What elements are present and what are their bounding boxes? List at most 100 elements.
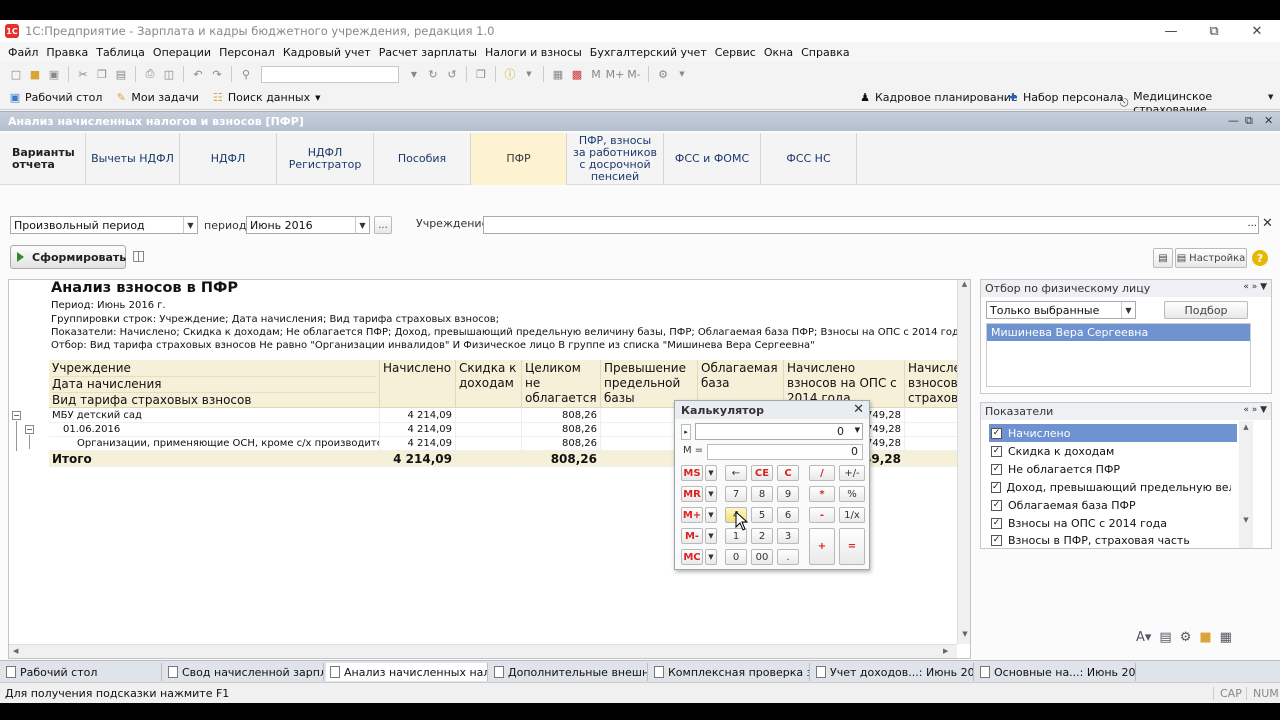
redo-icon[interactable]: ↷: [209, 66, 225, 82]
scroll-up-icon[interactable]: ▲: [1239, 423, 1253, 431]
cut-icon[interactable]: ✂: [75, 66, 91, 82]
hr-planning-button[interactable]: ♟ Кадровое планирование: [858, 90, 1018, 104]
ms-dropdown-icon[interactable]: ▼: [705, 465, 717, 481]
tab-fss-ns[interactable]: ФСС НС: [761, 133, 857, 185]
tab-pfr[interactable]: ПФР: [471, 133, 567, 185]
divide-button[interactable]: /: [809, 465, 835, 481]
memory-icon[interactable]: M: [588, 66, 604, 82]
pick-person-button[interactable]: Подбор: [1164, 301, 1248, 319]
plus-button[interactable]: +: [809, 528, 835, 565]
menu-accounting[interactable]: Бухгалтерский учет: [586, 46, 711, 59]
hiring-button[interactable]: ✚ Набор персонала: [1006, 90, 1123, 104]
digit-8-button[interactable]: 8: [751, 486, 773, 502]
tab-pfr-early-pension[interactable]: ПФР, взносы за работников с досрочной пе…: [567, 133, 664, 185]
checkbox-checked-icon[interactable]: ✓: [991, 427, 1002, 439]
open-folder-icon[interactable]: ■: [27, 66, 43, 82]
clear-entry-button[interactable]: CE: [751, 465, 773, 481]
menu-edit[interactable]: Правка: [42, 46, 92, 59]
scroll-left-icon[interactable]: ◀: [13, 647, 18, 655]
memory-minus-icon[interactable]: M-: [626, 66, 642, 82]
menu-file[interactable]: Файл: [4, 46, 42, 59]
checkbox-checked-icon[interactable]: ✓: [991, 534, 1002, 546]
collapse-org-icon[interactable]: −: [12, 411, 21, 420]
checkbox-checked-icon[interactable]: ✓: [991, 481, 1001, 493]
organization-input[interactable]: ...: [483, 216, 1259, 234]
scroll-right-icon[interactable]: ▶: [943, 647, 948, 655]
digit-6-button[interactable]: 6: [777, 507, 799, 523]
help-icon[interactable]: ?: [1252, 250, 1268, 266]
open-folder-icon[interactable]: ■: [1199, 630, 1211, 645]
task-tax-analysis[interactable]: Анализ начисленных налог...: [326, 663, 488, 681]
search-dropdown-icon[interactable]: ▼: [406, 66, 422, 82]
memory-clear-button[interactable]: MC: [681, 549, 703, 565]
minimize-button[interactable]: —: [1150, 20, 1192, 42]
tab-fss-foms[interactable]: ФСС и ФОМС: [664, 133, 761, 185]
indicator-item-insurance-part[interactable]: ✓ Взносы в ПФР, страховая часть: [991, 532, 1190, 548]
indicator-item-over-limit[interactable]: ✓ Доход, превышающий предельную величину…: [991, 478, 1231, 496]
scroll-down-icon[interactable]: ▼: [958, 630, 970, 638]
memory-store-button[interactable]: MS: [681, 465, 703, 481]
period-type-select[interactable]: Произвольный период ▼: [10, 216, 198, 234]
task-income-accounting[interactable]: Учет доходов...: Июнь 2016 г.: [812, 663, 974, 681]
find-next-icon[interactable]: ↻: [425, 66, 441, 82]
new-document-icon[interactable]: □: [8, 66, 24, 82]
decimal-point-button[interactable]: .: [777, 549, 799, 565]
report-layout-icon[interactable]: ▤: [1153, 248, 1173, 268]
memory-subtract-button[interactable]: M-: [681, 528, 703, 544]
digit-5-button[interactable]: 5: [751, 507, 773, 523]
tab-report-variants[interactable]: Варианты отчета: [0, 133, 86, 185]
digit-0-button[interactable]: 0: [725, 549, 747, 565]
toolbar-search-input[interactable]: [261, 65, 399, 83]
task-desktop[interactable]: Рабочий стол: [2, 663, 162, 681]
memory-add-button[interactable]: M+: [681, 507, 703, 523]
menu-help[interactable]: Справка: [797, 46, 853, 59]
restore-button[interactable]: ⧉: [1193, 20, 1235, 42]
percent-button[interactable]: %: [839, 486, 865, 502]
checkbox-checked-icon[interactable]: ✓: [991, 499, 1002, 511]
windows-icon[interactable]: ❐: [473, 66, 489, 82]
tools-dropdown-icon[interactable]: ▼: [674, 66, 690, 82]
mr-dropdown-icon[interactable]: ▼: [705, 486, 717, 502]
nav-more-icon[interactable]: ▼: [1268, 93, 1273, 101]
indicator-item-ops-2014[interactable]: ✓ Взносы на ОПС с 2014 года: [991, 514, 1167, 532]
period-choose-button[interactable]: ...: [374, 216, 392, 234]
calculator-display[interactable]: 0 ▼: [695, 423, 863, 440]
copy-report-icon[interactable]: ◫: [132, 248, 145, 264]
find-prev-icon[interactable]: ↺: [444, 66, 460, 82]
doc-close-button[interactable]: ✕: [1264, 114, 1273, 127]
indicator-item-discount[interactable]: ✓ Скидка к доходам: [991, 442, 1114, 460]
memory-recall-button[interactable]: MR: [681, 486, 703, 502]
minus-button[interactable]: -: [809, 507, 835, 523]
checkbox-checked-icon[interactable]: ✓: [991, 463, 1002, 475]
checkbox-checked-icon[interactable]: ✓: [991, 517, 1002, 529]
tab-ndfl-registrator[interactable]: НДФЛ Регистратор: [277, 133, 374, 185]
settings-button[interactable]: ▤ Настройка: [1175, 248, 1247, 268]
plus-minus-button[interactable]: +/-: [839, 465, 865, 481]
doc-minimize-button[interactable]: —: [1228, 114, 1239, 127]
indicator-item-charged[interactable]: ✓ Начислено: [991, 424, 1070, 442]
copy-icon[interactable]: ❐: [94, 66, 110, 82]
generate-button[interactable]: Сформировать: [10, 245, 126, 269]
indicators-collapse-icon[interactable]: « » ▼: [1243, 405, 1267, 415]
clear-organization-icon[interactable]: ✕: [1262, 216, 1273, 231]
selected-person-item[interactable]: Мишинева Вера Сергеевна: [987, 324, 1250, 341]
close-window-button[interactable]: ✕: [1236, 20, 1278, 42]
menu-table[interactable]: Таблица: [92, 46, 149, 59]
period-select[interactable]: Июнь 2016 ▼: [246, 216, 370, 234]
print-icon[interactable]: ⎙: [142, 66, 158, 82]
menu-taxes[interactable]: Налоги и взносы: [481, 46, 586, 59]
mplus-dropdown-icon[interactable]: ▼: [705, 507, 717, 523]
print-preview-icon[interactable]: ◫: [161, 66, 177, 82]
tools-icon[interactable]: ⚙: [1180, 630, 1192, 645]
task-main-charges[interactable]: Основные на...: Июнь 2016 г.: [976, 663, 1136, 681]
digit-9-button[interactable]: 9: [777, 486, 799, 502]
menu-personnel[interactable]: Персонал: [215, 46, 279, 59]
calculator-mode-icon[interactable]: ▸: [681, 424, 691, 440]
memory-plus-icon[interactable]: M+: [606, 66, 625, 82]
panel-collapse-icon[interactable]: « » ▼: [1243, 282, 1267, 292]
scroll-down-icon[interactable]: ▼: [1239, 516, 1253, 524]
find-icon[interactable]: ⚲: [238, 66, 254, 82]
desktop-button[interactable]: ▣ Рабочий стол: [8, 91, 103, 105]
digit-7-button[interactable]: 7: [725, 486, 747, 502]
task-additional-external[interactable]: Дополнительные внешние ...: [490, 663, 648, 681]
